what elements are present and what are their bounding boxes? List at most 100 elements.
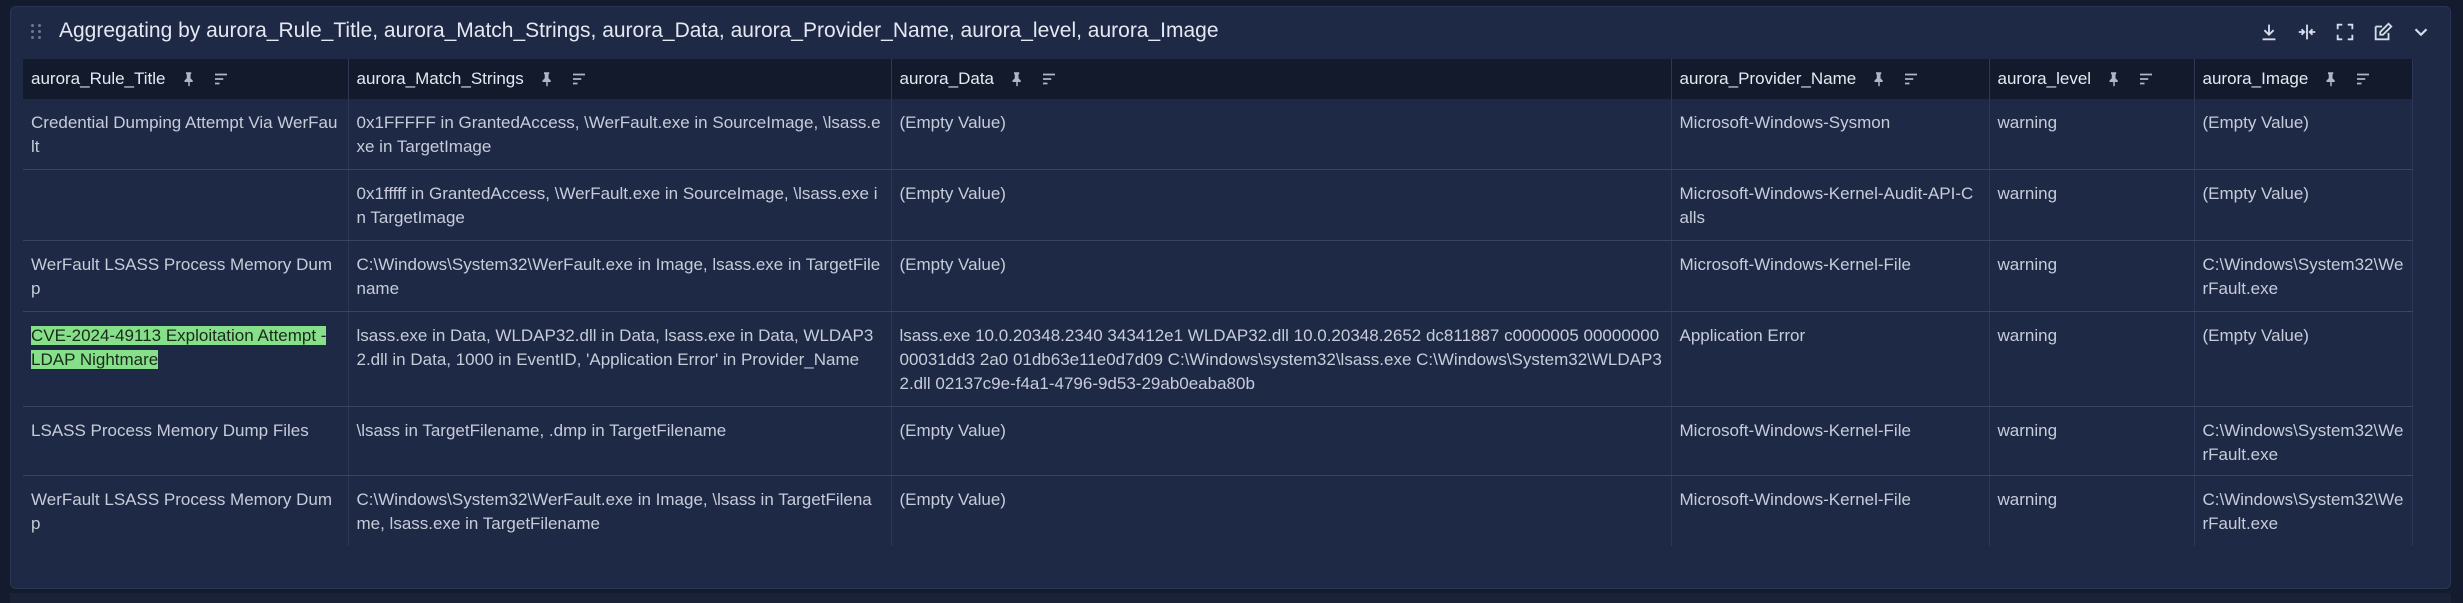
table-row[interactable]: WerFault LSASS Process Memory Dump C:\Win… [23,475,2413,546]
cell-match-strings: 0x1FFFFF in GrantedAccess, \WerFault.exe… [348,99,892,170]
pin-icon[interactable] [538,70,556,88]
column-header[interactable]: aurora_Match_Strings [348,59,892,99]
cell-level: warning [1989,240,2195,312]
cell-image: C:\Windows\System32\WerFault.exe [2194,475,2413,546]
cell-rule-title-text: WerFault LSASS Process Memory Dump [31,490,333,533]
table-row[interactable]: LSASS Process Memory Dump Files \lsass in… [23,406,2413,476]
table-row[interactable]: WerFault LSASS Process Memory Dump C:\Win… [23,240,2413,312]
sort-icon[interactable] [2137,70,2155,88]
drag-handle-icon[interactable] [31,22,45,42]
aggregation-panel: Aggregating by aurora_Rule_Title, aurora… [10,6,2451,589]
cell-match-strings-text: \lsass in TargetFilename, .dmp in Target… [356,421,727,440]
cell-provider-name-text: Application Error [1679,326,1806,345]
column-header[interactable]: aurora_Image [2194,59,2413,99]
table-row[interactable]: Credential Dumping Attempt Via WerFault 0… [23,99,2413,170]
sort-icon[interactable] [2354,70,2372,88]
cell-rule-title: CVE-2024-49113 Exploitation Attempt - LD… [23,311,349,407]
cell-image-text: C:\Windows\System32\WerFault.exe [2202,421,2404,464]
cell-rule-title: LSASS Process Memory Dump Files [23,406,349,476]
cell-data-text: (Empty Value) [899,255,1006,274]
cell-rule-title [23,169,349,241]
cell-rule-title-text: LSASS Process Memory Dump Files [31,421,309,440]
cell-data-text: (Empty Value) [899,113,1006,132]
cell-data: (Empty Value) [891,99,1672,170]
cell-provider-name-text: Microsoft-Windows-Kernel-File [1679,255,1911,274]
cell-provider-name-text: Microsoft-Windows-Kernel-File [1679,421,1911,440]
cell-image-text: C:\Windows\System32\WerFault.exe [2202,490,2404,533]
cell-provider-name: Microsoft-Windows-Kernel-File [1671,406,1990,476]
cell-data: (Empty Value) [891,240,1672,312]
sort-icon[interactable] [1040,70,1058,88]
cell-data: (Empty Value) [891,475,1672,546]
sort-icon[interactable] [212,70,230,88]
fullscreen-icon[interactable] [2332,19,2358,45]
column-header[interactable]: aurora_Data [891,59,1672,99]
chevron-down-icon[interactable] [2408,19,2434,45]
cell-level: warning [1989,406,2195,476]
cell-match-strings-text: 0x1FFFFF in GrantedAccess, \WerFault.exe… [356,113,881,156]
pin-icon[interactable] [1870,70,1888,88]
cell-match-strings-text: C:\Windows\System32\WerFault.exe in Imag… [356,255,881,298]
cell-image-text: C:\Windows\System32\WerFault.exe [2202,255,2404,298]
cell-data: lsass.exe 10.0.20348.2340 343412e1 WLDAP… [891,311,1672,407]
column-header-label: aurora_level [1997,69,2092,88]
cell-match-strings: C:\Windows\System32\WerFault.exe in Imag… [348,475,892,546]
panel-header: Aggregating by aurora_Rule_Title, aurora… [11,7,2450,55]
cell-level: warning [1989,311,2195,407]
column-header-label: aurora_Match_Strings [356,69,524,88]
cell-level: warning [1989,169,2195,241]
cell-image-text: (Empty Value) [2202,326,2309,345]
table-header-row: aurora_Rule_Title aurora_Match_Strings aur… [23,59,2413,99]
cell-match-strings: lsass.exe in Data, WLDAP32.dll in Data, … [348,311,892,407]
cell-data-text: (Empty Value) [899,184,1006,203]
table-row[interactable]: 0x1fffff in GrantedAccess, \WerFault.exe… [23,169,2413,241]
cell-match-strings: \lsass in TargetFilename, .dmp in Target… [348,406,892,476]
cell-provider-name-text: Microsoft-Windows-Kernel-File [1679,490,1911,509]
cell-rule-title-text: WerFault LSASS Process Memory Dump [31,255,333,298]
cell-image: (Empty Value) [2194,169,2413,241]
sort-icon[interactable] [570,70,588,88]
edit-icon[interactable] [2370,19,2396,45]
download-icon[interactable] [2256,19,2282,45]
cell-provider-name: Application Error [1671,311,1990,407]
cell-level-text: warning [1997,184,2058,203]
table-body: Credential Dumping Attempt Via WerFault 0… [23,99,2413,546]
results-table: aurora_Rule_Title aurora_Match_Strings aur… [23,59,2413,546]
panel-toolbar [2256,19,2434,45]
pin-icon[interactable] [180,70,198,88]
cell-level-text: warning [1997,490,2058,509]
column-header[interactable]: aurora_Rule_Title [23,59,349,99]
cell-image: C:\Windows\System32\WerFault.exe [2194,406,2413,476]
cell-level-text: warning [1997,326,2058,345]
table-row[interactable]: CVE-2024-49113 Exploitation Attempt - LD… [23,311,2413,407]
cell-level-text: warning [1997,255,2058,274]
cell-provider-name: Microsoft-Windows-Kernel-Audit-API-Calls [1671,169,1990,241]
cell-image-text: (Empty Value) [2202,184,2309,203]
cell-data-text: lsass.exe 10.0.20348.2340 343412e1 WLDAP… [899,326,1662,393]
column-header[interactable]: aurora_level [1989,59,2195,99]
cell-rule-title-text: CVE-2024-49113 Exploitation Attempt - LD… [31,326,327,369]
sort-icon[interactable] [1902,70,1920,88]
cell-data: (Empty Value) [891,169,1672,241]
split-columns-icon[interactable] [2294,19,2320,45]
cell-level-text: warning [1997,421,2058,440]
cell-image: (Empty Value) [2194,311,2413,407]
cell-provider-name: Microsoft-Windows-Kernel-File [1671,475,1990,546]
pin-icon[interactable] [1008,70,1026,88]
pin-icon[interactable] [2322,70,2340,88]
cell-image-text: (Empty Value) [2202,113,2309,132]
cell-level-text: warning [1997,113,2058,132]
cell-level: warning [1989,475,2195,546]
column-header-label: aurora_Data [899,69,995,88]
column-header[interactable]: aurora_Provider_Name [1671,59,1990,99]
cell-rule-title-text: Credential Dumping Attempt Via WerFault [31,113,338,156]
cell-provider-name-text: Microsoft-Windows-Kernel-Audit-API-Calls [1679,184,1974,227]
cell-provider-name: Microsoft-Windows-Kernel-File [1671,240,1990,312]
cell-match-strings-text: 0x1fffff in GrantedAccess, \WerFault.exe… [356,184,878,227]
cell-provider-name-text: Microsoft-Windows-Sysmon [1679,113,1891,132]
column-header-label: aurora_Rule_Title [31,69,166,88]
cell-rule-title: Credential Dumping Attempt Via WerFault [23,99,349,170]
pin-icon[interactable] [2105,70,2123,88]
cell-match-strings-text: C:\Windows\System32\WerFault.exe in Imag… [356,490,872,533]
cell-data-text: (Empty Value) [899,421,1006,440]
